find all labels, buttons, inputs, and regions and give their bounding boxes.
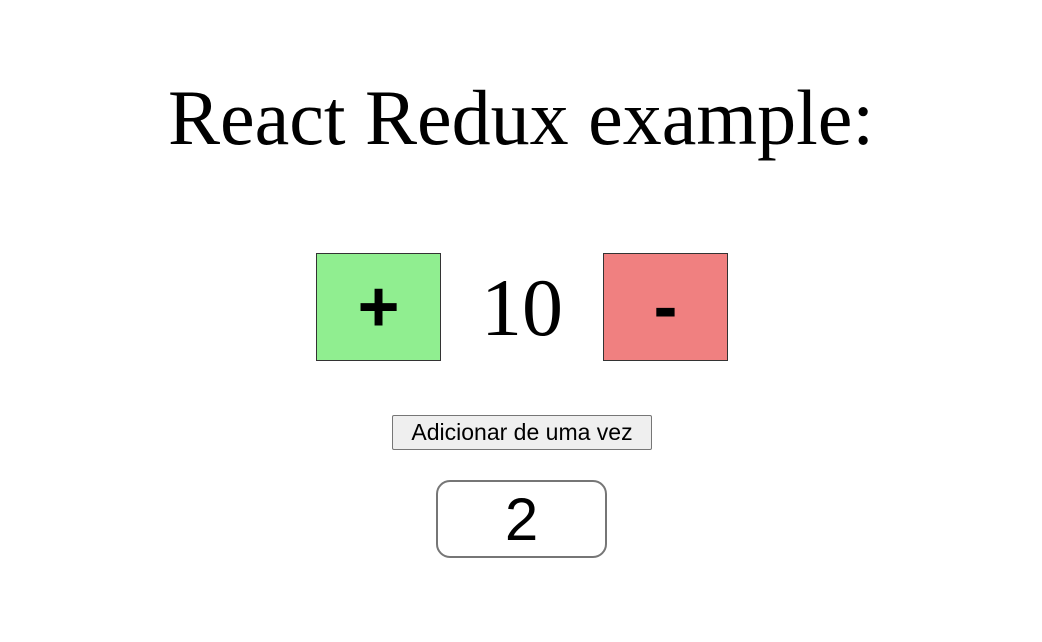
counter-controls: + 10 -	[0, 253, 1042, 361]
add-at-once-button[interactable]: Adicionar de uma vez	[392, 415, 652, 450]
counter-value: 10	[481, 262, 563, 353]
decrement-button[interactable]: -	[603, 253, 728, 361]
increment-button[interactable]: +	[316, 253, 441, 361]
page-title: React Redux example:	[167, 74, 875, 161]
amount-input[interactable]	[436, 480, 607, 558]
